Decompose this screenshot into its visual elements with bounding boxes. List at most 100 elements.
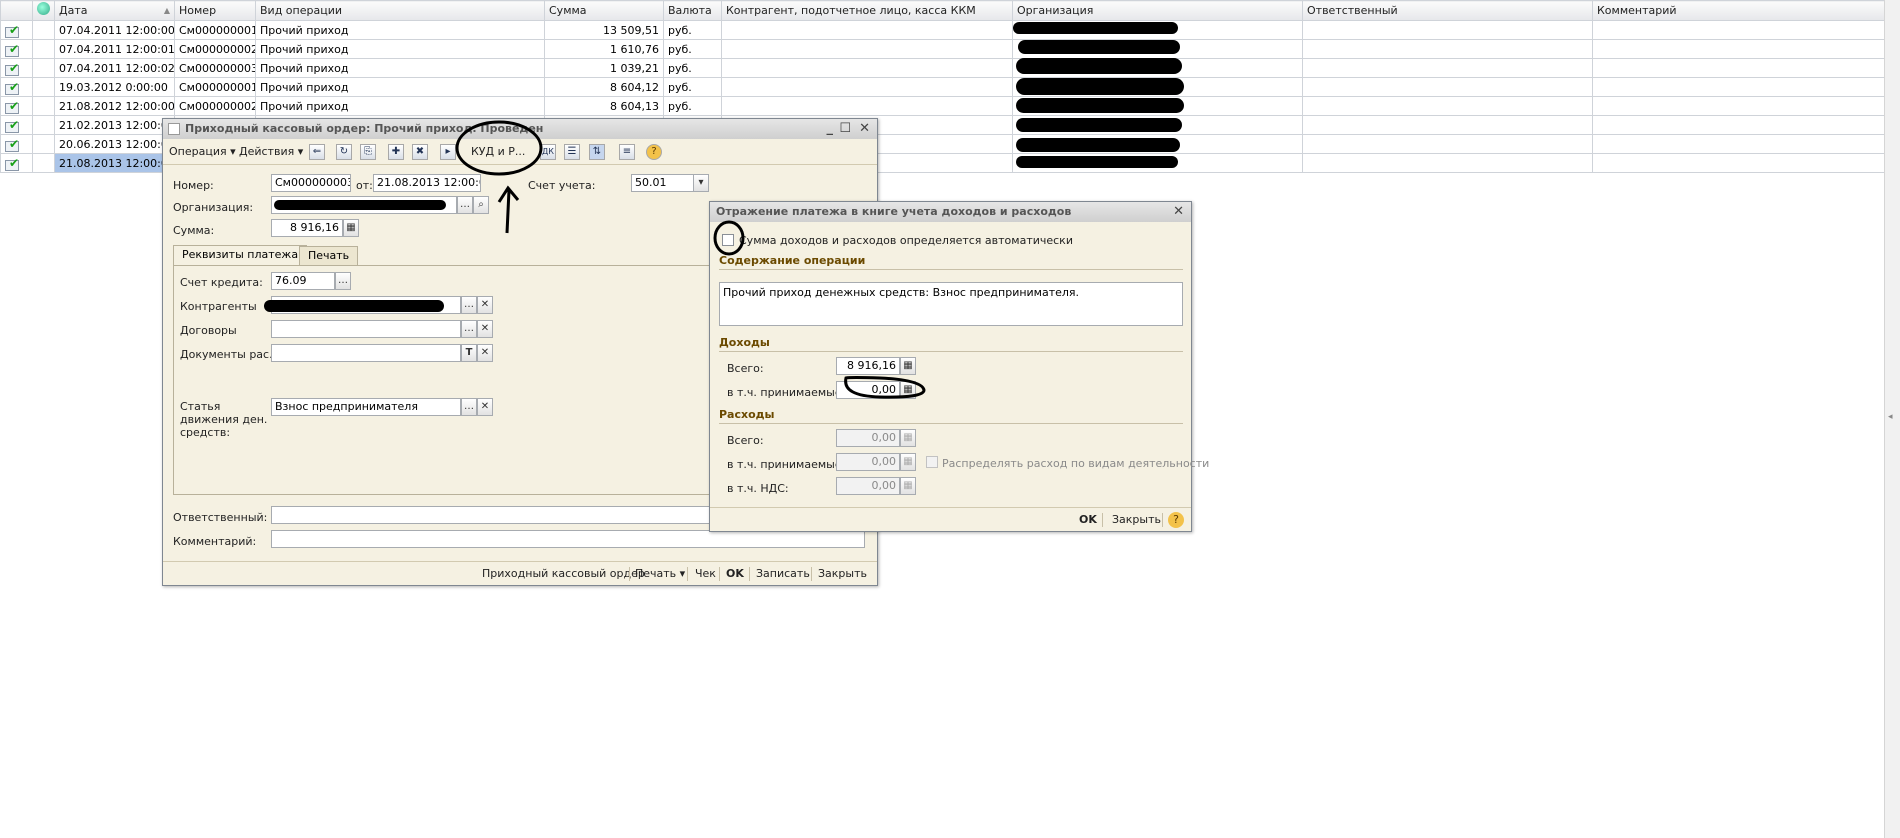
col-organization[interactable]: Организация <box>1012 0 1303 21</box>
col-sum[interactable]: Сумма <box>544 0 664 21</box>
report-icon[interactable]: ☰ <box>564 144 580 160</box>
operation-cell: Прочий приход <box>255 96 545 116</box>
calculator-icon[interactable]: ▦ <box>900 381 916 399</box>
cashflow-clear-icon[interactable]: ✕ <box>477 398 493 416</box>
dt-kt-icon[interactable]: ДК <box>540 144 556 160</box>
date-field[interactable]: 21.08.2013 12:00:00 <box>373 174 481 192</box>
col-counterparty[interactable]: Контрагент, подотчетное лицо, касса ККМ <box>721 0 1013 21</box>
col-comment[interactable]: Комментарий <box>1592 0 1884 21</box>
structure-icon[interactable]: ▸ <box>440 144 456 160</box>
save-button[interactable]: Записать <box>756 566 810 582</box>
operation-menu[interactable]: Операция ▾ <box>167 143 238 161</box>
tab-payment-details[interactable]: Реквизиты платежа <box>173 245 308 266</box>
check-button[interactable]: Чек <box>695 566 716 582</box>
minimize-icon[interactable]: _ <box>827 119 834 139</box>
maximize-icon[interactable]: ☐ <box>839 119 851 139</box>
table-row[interactable]: 07.04.2011 12:00:01См000000002Прочий при… <box>0 39 1884 59</box>
calculator-icon: ▦ <box>900 453 916 471</box>
status-cell <box>0 153 33 173</box>
refresh-icon[interactable]: ↻ <box>336 144 352 160</box>
col-number[interactable]: Номер <box>174 0 256 21</box>
income-accepted-field[interactable]: 0,00 <box>836 381 900 399</box>
pko-print-button[interactable]: Приходный кассовый ордер <box>482 566 645 582</box>
number-cell: См000000002 <box>174 39 256 59</box>
org-search-icon[interactable]: ⌕ <box>473 196 489 214</box>
close-button[interactable]: Закрыть <box>1112 512 1161 528</box>
contracts-clear-icon[interactable]: ✕ <box>477 320 493 338</box>
kudir-dialog: Отражение платежа в книге учета доходов … <box>709 201 1209 532</box>
help-icon[interactable]: ? <box>646 144 662 160</box>
col-icon[interactable] <box>32 0 55 21</box>
auto-amount-checkbox[interactable] <box>722 234 734 246</box>
dialog-title: Отражение платежа в книге учета доходов … <box>716 205 1072 218</box>
counterparty-cell <box>721 58 1013 78</box>
post-icon[interactable]: ✚ <box>388 144 404 160</box>
account-field[interactable]: 50.01 <box>631 174 695 192</box>
calculator-icon[interactable]: ▦ <box>343 219 359 237</box>
back-icon[interactable]: ⇐ <box>309 144 325 160</box>
number-field[interactable]: См000000003 <box>271 174 351 192</box>
table-row[interactable]: 21.08.2012 12:00:00См000000002Прочий при… <box>0 96 1884 116</box>
filter-icon[interactable]: ⇅ <box>589 144 605 160</box>
income-total-field[interactable]: 8 916,16 <box>836 357 900 375</box>
unpost-icon[interactable]: ✖ <box>412 144 428 160</box>
counterparty-clear-icon[interactable]: ✕ <box>477 296 493 314</box>
kudir-titlebar[interactable]: Отражение платежа в книге учета доходов … <box>710 202 1191 222</box>
comment-cell <box>1592 153 1884 173</box>
operation-content-textarea[interactable]: Прочий приход денежных средств: Взнос пр… <box>719 282 1183 326</box>
ok-button[interactable]: OK <box>726 566 744 582</box>
posted-document-icon <box>5 155 20 172</box>
comment-label: Комментарий: <box>173 535 257 548</box>
cash-order-titlebar[interactable]: Приходный кассовый ордер: Прочий приход.… <box>163 119 877 139</box>
counterparty-label: Контрагенты <box>180 300 257 313</box>
calculator-icon[interactable]: ▦ <box>900 357 916 375</box>
sum-cell: 1 610,76 <box>544 39 664 59</box>
copy-icon[interactable]: ⎘ <box>360 144 376 160</box>
col-operation[interactable]: Вид операции <box>255 0 545 21</box>
col-date[interactable]: Дата ▲ <box>54 0 175 21</box>
close-icon[interactable]: ✕ <box>1173 202 1184 222</box>
cashflow-select-icon[interactable]: … <box>461 398 477 416</box>
kudir-button[interactable]: КУД и Р... <box>469 143 527 161</box>
cashflow-field[interactable]: Взнос предпринимателя <box>271 398 461 416</box>
org-select-icon[interactable]: … <box>457 196 473 214</box>
vertical-scrollbar[interactable]: ◂ <box>1884 0 1900 838</box>
ok-button[interactable]: OK <box>1079 512 1097 528</box>
table-row[interactable]: 19.03.2012 0:00:00См000000001Прочий прих… <box>0 77 1884 97</box>
col-status[interactable] <box>0 0 33 21</box>
tab-print[interactable]: Печать <box>299 246 359 266</box>
account-dropdown-icon[interactable]: ▾ <box>693 174 709 192</box>
credit-field[interactable]: 76.09 <box>271 272 335 290</box>
date-cell: 20.06.2013 12:00:00 <box>54 134 175 154</box>
list-icon[interactable]: ≡ <box>619 144 635 160</box>
print-menu-button[interactable]: Печать ▾ <box>635 566 685 582</box>
credit-select-icon[interactable]: … <box>335 272 351 290</box>
counterparty-cell <box>721 96 1013 116</box>
close-icon[interactable]: ✕ <box>859 119 870 139</box>
responsible-cell <box>1302 20 1593 40</box>
col-currency[interactable]: Валюта <box>663 0 722 21</box>
status-cell <box>0 96 33 116</box>
table-row[interactable]: 07.04.2011 12:00:00См000000001Прочий при… <box>0 20 1884 40</box>
docs-clear-icon[interactable]: ✕ <box>477 344 493 362</box>
date-cell: 21.08.2012 12:00:00 <box>54 96 175 116</box>
table-row[interactable]: 07.04.2011 12:00:02См000000003Прочий при… <box>0 58 1884 78</box>
actions-menu[interactable]: Действия ▾ <box>237 143 305 161</box>
contracts-field[interactable] <box>271 320 461 338</box>
scroll-arrow-icon: ◂ <box>1888 412 1893 422</box>
journal-header-row: Дата ▲ Номер Вид операции Сумма Валюта Ко… <box>0 0 1884 21</box>
sum-field[interactable]: 8 916,16 <box>271 219 343 237</box>
expense-accepted-field: 0,00 <box>836 453 900 471</box>
operation-cell: Прочий приход <box>255 20 545 40</box>
contracts-select-icon[interactable]: … <box>461 320 477 338</box>
col-responsible[interactable]: Ответственный <box>1302 0 1593 21</box>
help-icon[interactable]: ? <box>1168 512 1184 528</box>
counterparty-select-icon[interactable]: … <box>461 296 477 314</box>
operation-cell: Прочий приход <box>255 39 545 59</box>
distribute-expense-label: Распределять расход по видам деятельност… <box>942 457 1210 470</box>
comment-field[interactable] <box>271 530 865 548</box>
docs-type-icon[interactable]: T <box>461 344 477 362</box>
docs-field[interactable] <box>271 344 461 362</box>
close-button[interactable]: Закрыть <box>818 566 867 582</box>
sum-label: Сумма: <box>173 224 215 237</box>
